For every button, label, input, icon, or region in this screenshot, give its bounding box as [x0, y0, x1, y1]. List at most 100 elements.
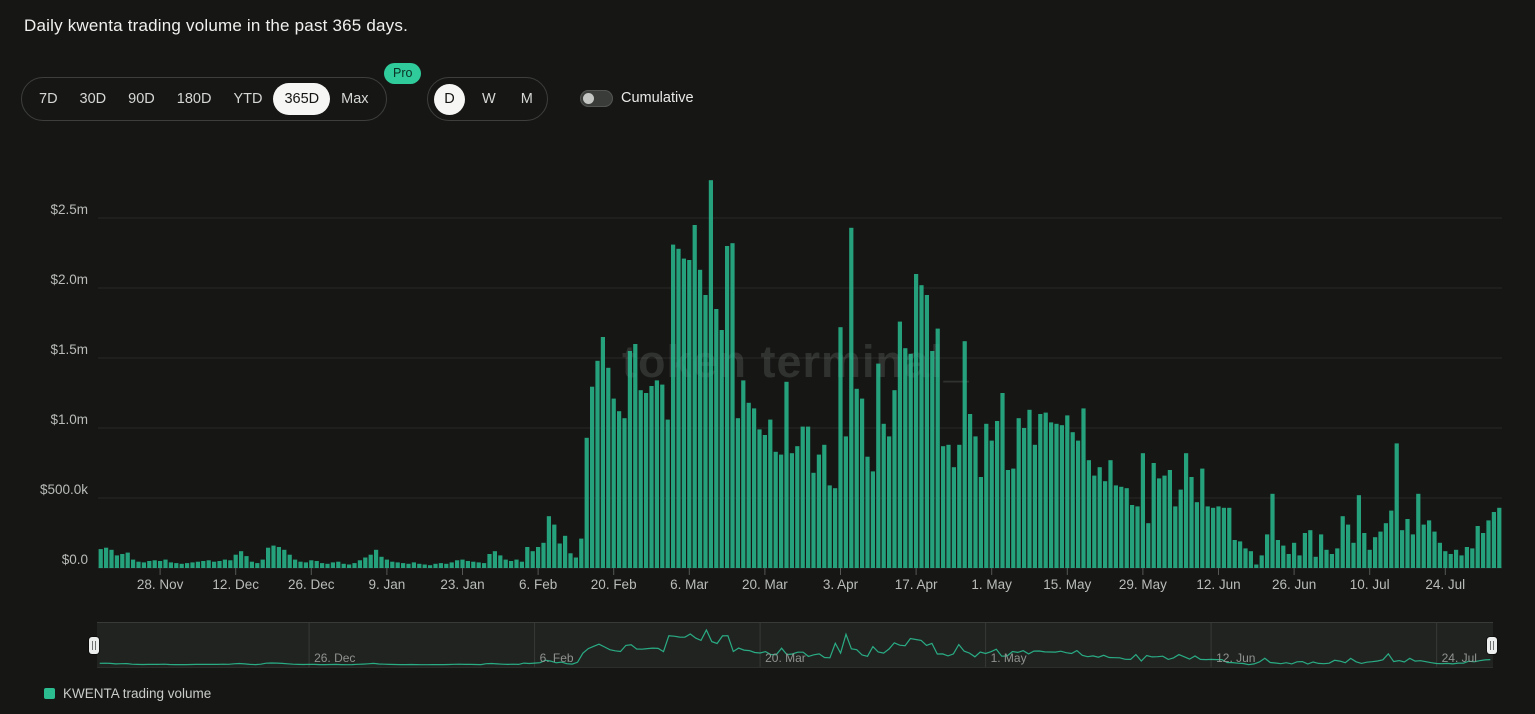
volume-bar[interactable] — [703, 295, 707, 568]
volume-bar[interactable] — [244, 556, 248, 568]
volume-bar[interactable] — [1000, 393, 1004, 568]
range-option-90d[interactable]: 90D — [117, 83, 166, 116]
volume-bar[interactable] — [1146, 523, 1150, 568]
volume-bar[interactable] — [277, 547, 281, 568]
volume-bar[interactable] — [1184, 453, 1188, 568]
volume-bar[interactable] — [1454, 550, 1458, 568]
volume-bar[interactable] — [622, 418, 626, 568]
volume-bar[interactable] — [331, 562, 335, 568]
volume-bar[interactable] — [671, 245, 675, 568]
volume-bar[interactable] — [223, 560, 227, 568]
volume-bar[interactable] — [655, 380, 659, 568]
volume-bar[interactable] — [1211, 508, 1215, 568]
volume-bar[interactable] — [979, 477, 983, 568]
volume-bar[interactable] — [1179, 490, 1183, 568]
volume-bar[interactable] — [109, 550, 113, 568]
volume-bar[interactable] — [1162, 476, 1166, 568]
volume-bar[interactable] — [709, 180, 713, 568]
volume-bar[interactable] — [1492, 512, 1496, 568]
volume-bar[interactable] — [477, 562, 481, 568]
volume-bar[interactable] — [531, 551, 535, 568]
volume-bar[interactable] — [1276, 540, 1280, 568]
volume-bar[interactable] — [433, 564, 437, 568]
volume-bar[interactable] — [520, 562, 524, 568]
volume-bar[interactable] — [1373, 537, 1377, 568]
volume-bar[interactable] — [639, 390, 643, 568]
volume-bar[interactable] — [676, 249, 680, 568]
volume-bar[interactable] — [968, 414, 972, 568]
volume-bar[interactable] — [649, 386, 653, 568]
volume-bar[interactable] — [147, 561, 151, 568]
volume-bar[interactable] — [687, 260, 691, 568]
volume-bar[interactable] — [784, 382, 788, 568]
volume-bar[interactable] — [1486, 520, 1490, 568]
volume-bar[interactable] — [293, 560, 297, 568]
volume-bar[interactable] — [552, 525, 556, 568]
volume-bar[interactable] — [174, 563, 178, 568]
volume-bar[interactable] — [493, 551, 497, 568]
volume-bar[interactable] — [1238, 541, 1242, 568]
volume-bar[interactable] — [444, 564, 448, 568]
volume-bar[interactable] — [914, 274, 918, 568]
volume-bar[interactable] — [547, 516, 551, 568]
volume-bar[interactable] — [417, 564, 421, 568]
volume-bar[interactable] — [725, 246, 729, 568]
volume-bar[interactable] — [973, 436, 977, 568]
volume-bar[interactable] — [1227, 508, 1231, 568]
volume-bar[interactable] — [1405, 519, 1409, 568]
volume-bar[interactable] — [601, 337, 605, 568]
volume-bar[interactable] — [1400, 530, 1404, 568]
volume-bar[interactable] — [1119, 487, 1123, 568]
volume-bar[interactable] — [747, 403, 751, 568]
minimap-brush[interactable]: 26. Dec6. Feb20. Mar1. May12. Jun24. Jul — [97, 622, 1493, 668]
volume-bar[interactable] — [1108, 460, 1112, 568]
volume-bar[interactable] — [1189, 477, 1193, 568]
volume-bar[interactable] — [1292, 543, 1296, 568]
volume-bar[interactable] — [1357, 495, 1361, 568]
volume-bar[interactable] — [412, 562, 416, 568]
volume-bar[interactable] — [1432, 532, 1436, 568]
volume-bar[interactable] — [1411, 534, 1415, 568]
volume-bar[interactable] — [617, 411, 621, 568]
volume-bar[interactable] — [633, 344, 637, 568]
volume-bar[interactable] — [1497, 508, 1501, 568]
volume-bar[interactable] — [1368, 550, 1372, 568]
volume-bar[interactable] — [1297, 555, 1301, 568]
volume-bar[interactable] — [585, 438, 589, 568]
volume-bar[interactable] — [1044, 413, 1048, 568]
volume-bar[interactable] — [1443, 551, 1447, 568]
volume-bar[interactable] — [925, 295, 929, 568]
volume-bar[interactable] — [1470, 548, 1474, 568]
volume-bar[interactable] — [136, 562, 140, 568]
volume-bar[interactable] — [590, 387, 594, 568]
volume-bar[interactable] — [936, 329, 940, 568]
volume-bar[interactable] — [466, 561, 470, 568]
volume-bar[interactable] — [876, 364, 880, 568]
volume-bar[interactable] — [1006, 470, 1010, 568]
volume-bar[interactable] — [228, 560, 232, 568]
volume-bar[interactable] — [952, 467, 956, 568]
volume-bar[interactable] — [504, 560, 508, 568]
volume-bar[interactable] — [1465, 547, 1469, 568]
volume-bar[interactable] — [903, 348, 907, 568]
volume-bar[interactable] — [860, 399, 864, 568]
volume-bar[interactable] — [1346, 525, 1350, 568]
volume-bar[interactable] — [1378, 532, 1382, 568]
volume-bar[interactable] — [941, 446, 945, 568]
volume-bar[interactable] — [261, 560, 265, 568]
volume-bar[interactable] — [817, 455, 821, 568]
volume-bar[interactable] — [158, 561, 162, 568]
volume-bar[interactable] — [309, 560, 313, 568]
volume-bar[interactable] — [390, 562, 394, 568]
volume-bar[interactable] — [288, 555, 292, 568]
volume-bar[interactable] — [120, 554, 124, 568]
volume-bar[interactable] — [579, 539, 583, 568]
volume-bar[interactable] — [779, 455, 783, 568]
volume-bar[interactable] — [207, 560, 211, 568]
volume-bar[interactable] — [768, 420, 772, 568]
volume-bar[interactable] — [957, 445, 961, 568]
volume-bar[interactable] — [487, 554, 491, 568]
range-option-180d[interactable]: 180D — [166, 83, 223, 116]
brush-handle-right[interactable] — [1487, 637, 1497, 654]
volume-bar[interactable] — [1216, 506, 1220, 568]
